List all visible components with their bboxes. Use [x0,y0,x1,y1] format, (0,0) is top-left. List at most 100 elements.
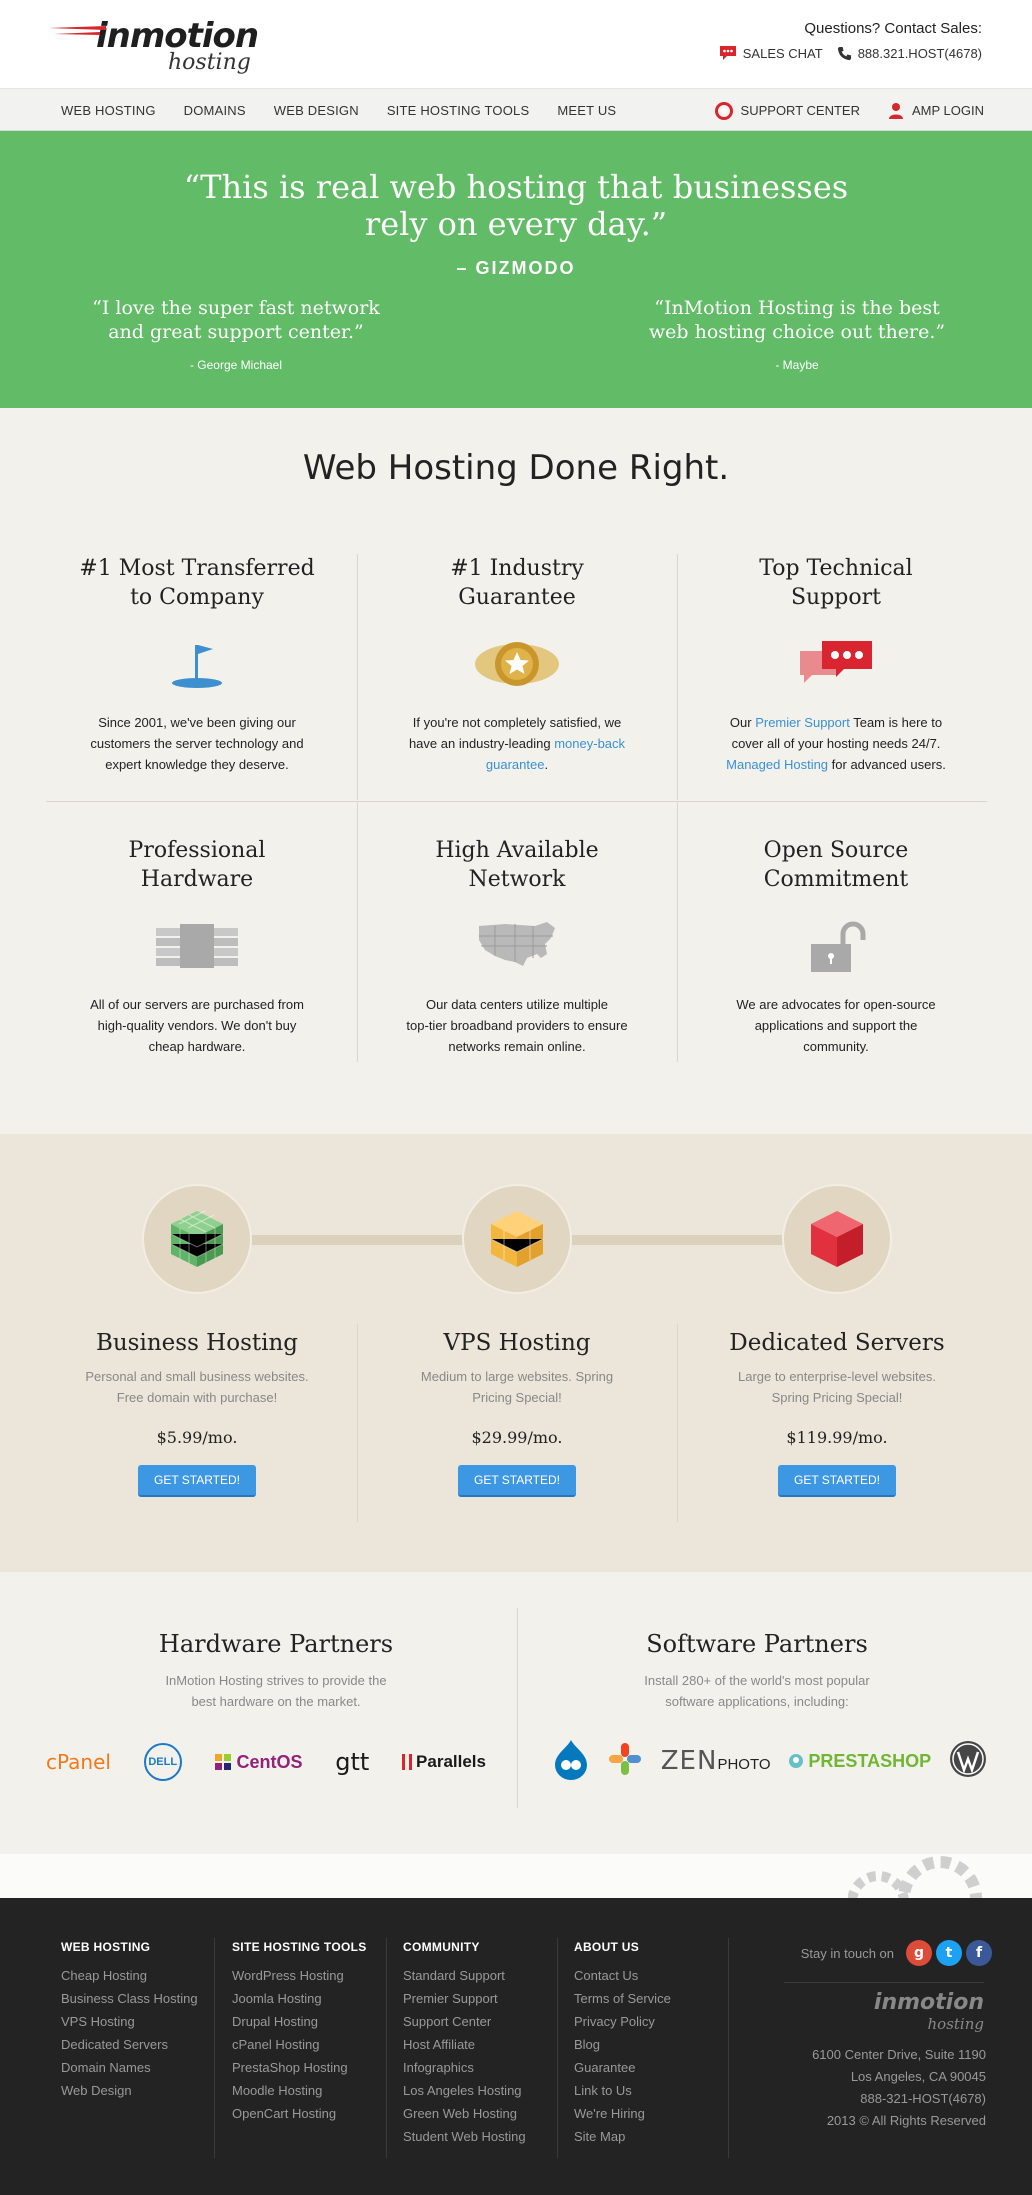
get-started-button[interactable]: GET STARTED! [457,1465,576,1497]
joomla-logo [607,1741,643,1782]
green-cube-icon [170,1210,224,1267]
footer-link[interactable]: Domain Names [61,2060,198,2076]
footer-link[interactable]: Business Class Hosting [61,1991,198,2007]
feature-open-source: Open Source Commitment We are advocates f… [706,836,966,1057]
footer-col-title: WEB HOSTING [61,1940,151,1954]
hardware-partners: Hardware Partners InMotion Hosting striv… [36,1630,516,1712]
address-line: 6100 Center Drive, Suite 1190 [812,2047,986,2062]
nav-meet-us[interactable]: MEET US [557,103,616,118]
footer-link[interactable]: Host Affiliate [403,2037,526,2053]
footer-link[interactable]: Joomla Hosting [232,1991,367,2007]
nav-web-design[interactable]: WEB DESIGN [274,103,359,118]
footer-link[interactable]: Drupal Hosting [232,2014,367,2030]
footer-link[interactable]: Infographics [403,2060,526,2076]
gtt-logo: gtt [335,1748,370,1776]
footer-link[interactable]: Standard Support [403,1968,526,1984]
software-partners: Software Partners Install 280+ of the wo… [517,1630,997,1712]
chat-bubbles-icon [800,641,872,683]
nav-web-hosting[interactable]: WEB HOSTING [61,103,156,118]
footer-link[interactable]: Green Web Hosting [403,2106,526,2122]
orange-cube-icon [490,1211,544,1267]
get-started-button[interactable]: GET STARTED! [777,1465,896,1497]
facebook-icon[interactable]: f [966,1940,992,1966]
footer-link[interactable]: We're Hiring [574,2106,671,2122]
zenphoto-logo: ZEN PHOTO [660,1746,771,1776]
footer-col-web-hosting: WEB HOSTING Cheap Hosting Business Class… [61,1940,198,2099]
footer-logo[interactable]: inmotion hosting [874,1990,984,2033]
premier-support-link[interactable]: Premier Support [755,715,850,730]
stay-in-touch-label: Stay in touch on [800,1945,894,1961]
quote-right-line-2: web hosting choice out there.” [648,321,946,343]
get-started-button[interactable]: GET STARTED! [137,1465,256,1497]
feature-industry-guarantee: #1 Industry Guarantee If you're not compl… [387,554,647,775]
footer-link[interactable]: Contact Us [574,1968,671,1984]
google-plus-icon[interactable]: g [906,1940,932,1966]
managed-hosting-link[interactable]: Managed Hosting [726,757,828,772]
amp-login-link[interactable]: AMP LOGIN [888,102,984,119]
footer-link[interactable]: Blog [574,2037,671,2053]
footer-link[interactable]: Premier Support [403,1991,526,2007]
quote-right: “InMotion Hosting is the best web hostin… [632,296,962,372]
footer-link[interactable]: Guarantee [574,2060,671,2076]
nav-domains[interactable]: DOMAINS [184,103,246,118]
copyright: 2013 © All Rights Reserved [826,2113,986,2128]
support-center-link[interactable]: SUPPORT CENTER [714,101,860,120]
guarantee-link[interactable]: guarantee [486,757,545,772]
feature-title: Professional Hardware [128,838,266,892]
plan-price: $29.99/mo. [471,1428,563,1447]
dedicated-cube-disc [782,1184,892,1294]
feature-title: Top Technical Support [759,556,913,610]
footer-logo-subtitle: hosting [927,2015,984,2033]
chat-bubble-icon [719,46,736,60]
feature-title: High Available Network [435,838,599,892]
logo-swoosh-icon [48,26,106,35]
us-map-icon [479,922,555,966]
prestashop-logo: PRESTASHOP [788,1751,931,1772]
main-nav: WEB HOSTING DOMAINS WEB DESIGN SITE HOST… [0,88,1032,131]
footer-link[interactable]: VPS Hosting [61,2014,198,2030]
vps-cube-disc [462,1184,572,1294]
footer-link[interactable]: Moodle Hosting [232,2083,367,2099]
hosting-plans: Business Hosting Personal and small busi… [0,1134,1032,1572]
parallels-logo: Parallels [402,1752,486,1772]
footer-link[interactable]: Link to Us [574,2083,671,2099]
sales-chat-link[interactable]: SALES CHAT [719,45,823,61]
plan-name: Business Hosting [95,1330,299,1356]
footer-link[interactable]: Site Map [574,2129,671,2145]
twitter-icon[interactable]: t [936,1940,962,1966]
drupal-logo [553,1738,589,1785]
plan-price: $5.99/mo. [156,1428,238,1447]
footer-link[interactable]: PrestaShop Hosting [232,2060,367,2076]
features-section: Web Hosting Done Right. #1 Most Transfer… [0,408,1032,1134]
sales-phone[interactable]: 888.321.HOST(4678) [837,46,982,61]
plan-name: VPS Hosting [443,1330,591,1356]
plan-price: $119.99/mo. [786,1428,888,1447]
footer-link[interactable]: Terms of Service [574,1991,671,2007]
footer-link[interactable]: WordPress Hosting [232,1968,367,1984]
footer-link[interactable]: Student Web Hosting [403,2129,526,2145]
footer-link[interactable]: Los Angeles Hosting [403,2083,526,2099]
footer-link[interactable]: Support Center [403,2014,526,2030]
nav-site-hosting-tools[interactable]: SITE HOSTING TOOLS [387,103,530,118]
footer-link[interactable]: OpenCart Hosting [232,2106,367,2122]
quote-right-author: - Maybe [775,358,819,372]
footer-col-site-hosting-tools: SITE HOSTING TOOLS WordPress Hosting Joo… [232,1940,367,2122]
footer-link[interactable]: Web Design [61,2083,198,2099]
social-links: Stay in touch on g t f [801,1940,992,1966]
business-cube-disc [142,1184,252,1294]
main-quote: “This is real web hosting that businesse… [0,169,1032,243]
software-partners-title: Software Partners [646,1630,868,1658]
footer-link[interactable]: Dedicated Servers [61,2037,198,2053]
money-back-link[interactable]: money-back [554,736,625,751]
footer-link[interactable]: Privacy Policy [574,2014,671,2030]
footer-address: 6100 Center Drive, Suite 1190 Los Angele… [812,2044,986,2132]
footer-link[interactable]: cPanel Hosting [232,2037,367,2053]
quote-left: “I love the super fast network and great… [71,296,401,372]
main-quote-line-1: “This is real web hosting that businesse… [183,168,849,206]
site-logo[interactable]: inmotion hosting [48,16,259,75]
sales-chat-label: SALES CHAT [742,45,823,61]
footer-link[interactable]: Cheap Hosting [61,1968,198,1984]
wordpress-w-icon [949,1740,986,1777]
address-phone: 888-321-HOST(4678) [860,2091,986,2106]
wordpress-logo [949,1740,987,1783]
